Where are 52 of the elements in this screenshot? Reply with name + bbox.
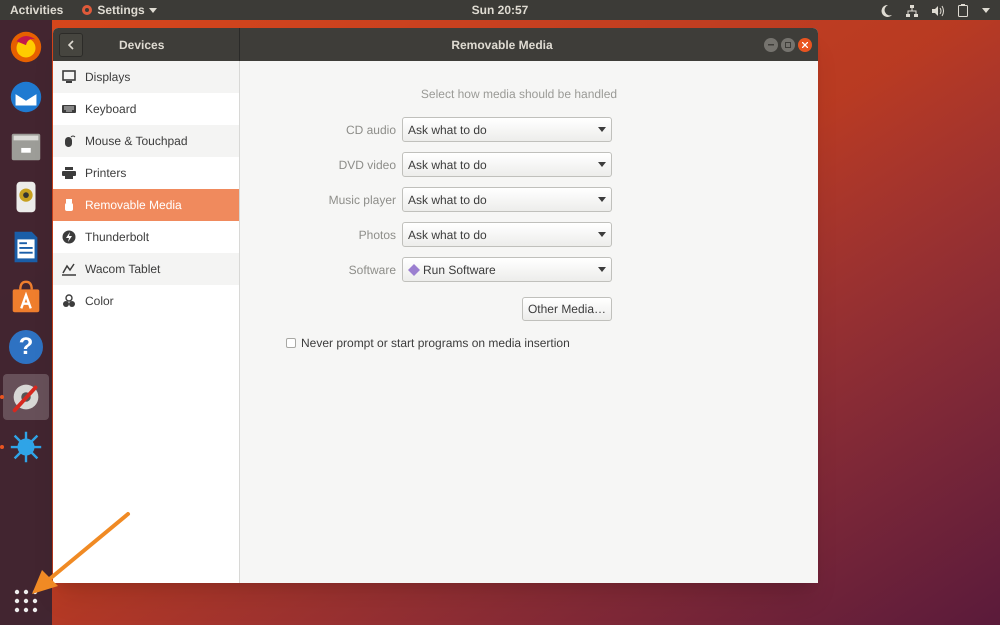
caret-icon (598, 232, 606, 237)
other-media-button[interactable]: Other Media… (522, 297, 612, 321)
field-label: Photos (358, 226, 396, 244)
caret-icon (598, 162, 606, 167)
clock[interactable]: Sun 20:57 (472, 1, 528, 19)
running-indicator (0, 445, 4, 449)
lightning-icon (62, 230, 76, 244)
color-circles-icon (62, 294, 76, 308)
field-label: Software (348, 262, 396, 278)
window-title: Removable Media (451, 36, 553, 54)
sidebar-title: Devices (119, 36, 164, 54)
field-label: CD audio (344, 122, 396, 138)
help-icon: ? (9, 330, 43, 364)
action-dropdown[interactable]: Ask what to do (402, 187, 612, 212)
back-button[interactable] (59, 32, 83, 56)
printer-icon (62, 166, 76, 180)
tablet-pen-icon (62, 262, 76, 276)
action-dropdown[interactable]: Ask what to do (402, 152, 612, 177)
keyboard-icon (62, 102, 76, 116)
diamond-icon (408, 264, 420, 276)
maximize-icon (785, 42, 791, 48)
field-label: DVD video (338, 156, 396, 174)
mouse-icon (62, 134, 76, 148)
action-dropdown[interactable]: Ask what to do (402, 117, 612, 142)
app-grid-icon[interactable] (14, 589, 38, 613)
sidebar-item[interactable]: Wacom Tablet (53, 253, 239, 285)
minimize-icon (768, 44, 774, 46)
monitor-icon (62, 70, 76, 84)
caret-icon (598, 267, 606, 272)
activities-button[interactable]: Activities (0, 1, 74, 19)
checkbox-label: Never prompt or start programs on media insertion (301, 335, 570, 352)
usb-stick-icon (62, 198, 76, 212)
close-button[interactable] (798, 38, 812, 52)
close-icon (802, 42, 808, 48)
field-label: Music player (328, 192, 396, 208)
dock-item[interactable]: ? (3, 324, 49, 370)
section-heading: Select how media should be handled (420, 86, 618, 103)
moon-icon[interactable] (881, 4, 892, 16)
volume-icon[interactable] (932, 4, 944, 16)
app-menu[interactable]: Settings (81, 1, 157, 19)
caret-icon (148, 8, 157, 12)
checkbox[interactable] (286, 338, 296, 348)
network-icon[interactable] (906, 4, 918, 16)
action-dropdown[interactable]: Ask what to do (402, 222, 612, 247)
sidebar-item[interactable]: Mouse & Touchpad (53, 125, 239, 157)
sidebar-item[interactable]: Displays (53, 61, 239, 93)
battery-icon[interactable] (958, 4, 968, 17)
action-dropdown[interactable]: Run Software (402, 257, 612, 282)
running-indicator (0, 395, 4, 399)
caret-icon (598, 197, 606, 202)
caret-icon[interactable] (982, 8, 990, 13)
caret-icon (598, 127, 606, 132)
